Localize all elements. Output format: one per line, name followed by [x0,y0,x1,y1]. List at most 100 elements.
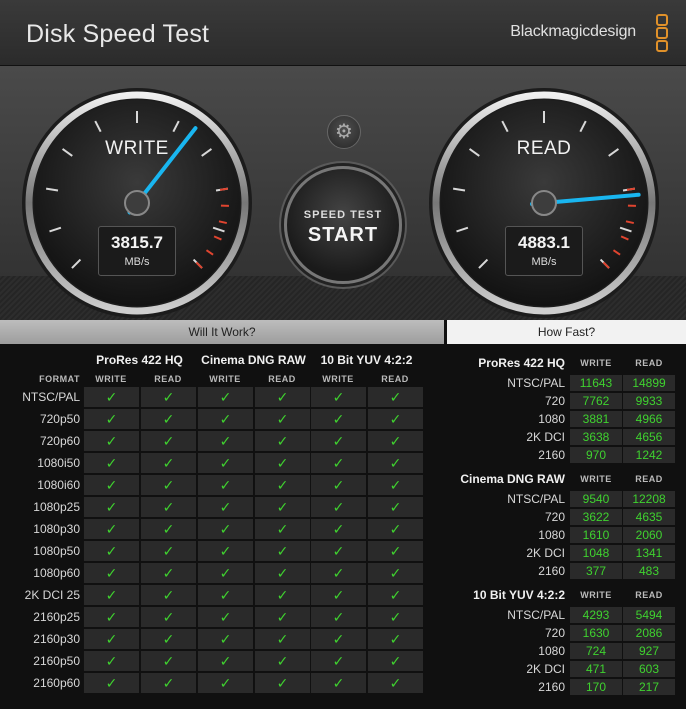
compat-cell: ✓ [310,585,366,605]
checkmark-icon: ✓ [276,587,289,603]
checkmark-icon: ✓ [162,521,175,537]
compat-cell: ✓ [254,475,310,495]
format-name: 2160 [538,564,565,578]
checkmark-icon: ✓ [105,609,118,625]
checkmark-icon: ✓ [389,411,402,427]
compat-cell: ✓ [367,475,423,495]
table-row: 2160 970 1242 [447,446,686,464]
table-row: 2160p50 ✓ ✓ ✓ ✓ ✓ ✓ [0,650,444,672]
table-row: 1080p50 ✓ ✓ ✓ ✓ ✓ ✓ [0,540,444,562]
write-fps-value: 1610 [570,527,622,543]
checkmark-icon: ✓ [219,675,232,691]
compat-cell: ✓ [140,541,196,561]
compat-cell: ✓ [254,453,310,473]
compat-cell: ✓ [310,563,366,583]
checkmark-icon: ✓ [389,499,402,515]
checkmark-icon: ✓ [162,609,175,625]
compat-cell: ✓ [197,453,253,473]
checkmark-icon: ✓ [219,477,232,493]
compat-cell: ✓ [310,387,366,407]
compat-cell: ✓ [254,563,310,583]
checkmark-icon: ✓ [105,631,118,647]
compat-cell: ✓ [83,453,139,473]
checkmark-icon: ✓ [105,411,118,427]
column-header-write: WRITE [95,374,127,384]
checkmark-icon: ✓ [162,543,175,559]
column-header-read: READ [635,474,663,484]
compat-cell: ✓ [83,585,139,605]
format-name: 720 [544,394,565,408]
checkmark-icon: ✓ [219,455,232,471]
format-name: 2160p30 [33,632,80,646]
write-fps-value: 3622 [570,509,622,525]
checkmark-icon: ✓ [389,587,402,603]
format-name: 720p60 [39,434,80,448]
checkmark-icon: ✓ [276,477,289,493]
format-name: 1080p50 [33,544,80,558]
compat-cell: ✓ [83,519,139,539]
read-gauge: READ 4883.1 MB/s [427,86,661,320]
settings-button[interactable]: ⚙ [327,115,361,149]
checkmark-icon: ✓ [389,521,402,537]
write-fps-value: 7762 [570,393,622,409]
compat-cell: ✓ [310,673,366,693]
checkmark-icon: ✓ [105,543,118,559]
checkmark-icon: ✓ [276,433,289,449]
results-area: Will It Work? How Fast? ProRes 422 HQ WRI… [0,320,686,709]
table-row: 2160p30 ✓ ✓ ✓ ✓ ✓ ✓ [0,628,444,650]
checkmark-icon: ✓ [332,675,345,691]
checkmark-icon: ✓ [219,653,232,669]
app-title: Disk Speed Test [26,20,210,48]
compat-cell: ✓ [254,629,310,649]
checkmark-icon: ✓ [162,653,175,669]
checkmark-icon: ✓ [332,477,345,493]
table-row: 1080i50 ✓ ✓ ✓ ✓ ✓ ✓ [0,452,444,474]
read-speed-unit: MB/s [531,256,557,268]
checkmark-icon: ✓ [332,499,345,515]
format-name: NTSC/PAL [507,376,565,390]
write-fps-value: 9540 [570,491,622,507]
table-row: NTSC/PAL 9540 12208 [447,490,686,508]
read-fps-value: 2060 [623,527,675,543]
compat-cell: ✓ [310,541,366,561]
compat-cell: ✓ [83,387,139,407]
compat-cell: ✓ [140,607,196,627]
checkmark-icon: ✓ [219,565,232,581]
read-speed-value: 4883.1 [518,233,570,252]
table-row: NTSC/PAL 11643 14899 [447,374,686,392]
read-fps-value: 9933 [623,393,675,409]
checkmark-icon: ✓ [276,455,289,471]
write-fps-value: 11643 [570,375,622,391]
tab-how-fast[interactable]: How Fast? [447,320,686,344]
checkmark-icon: ✓ [389,631,402,647]
table-row: 1080 1610 2060 [447,526,686,544]
tab-will-it-work[interactable]: Will It Work? [0,320,444,344]
redline-tick [626,187,636,191]
compat-cell: ✓ [197,475,253,495]
compat-cell: ✓ [83,673,139,693]
read-fps-value: 1242 [623,447,675,463]
compat-cell: ✓ [197,673,253,693]
compat-cell: ✓ [310,607,366,627]
checkmark-icon: ✓ [389,389,402,405]
compat-cell: ✓ [254,607,310,627]
compat-cell: ✓ [254,651,310,671]
read-fps-value: 217 [623,679,675,695]
checkmark-icon: ✓ [276,499,289,515]
format-name: 1080p60 [33,566,80,580]
checkmark-icon: ✓ [389,477,402,493]
checkmark-icon: ✓ [389,433,402,449]
column-header-write: WRITE [580,590,612,600]
compat-cell: ✓ [140,563,196,583]
format-name: 1080i50 [37,456,80,470]
write-fps-value: 970 [570,447,622,463]
table-row: 1080p60 ✓ ✓ ✓ ✓ ✓ ✓ [0,562,444,584]
format-name: 1080p25 [33,500,80,514]
checkmark-icon: ✓ [162,499,175,515]
format-name: 2160 [538,680,565,694]
compat-cell: ✓ [140,431,196,451]
codec-header: ProRes 422 HQ [96,353,183,367]
speed-test-start-button[interactable]: SPEED TEST START [284,166,402,284]
read-fps-value: 5494 [623,607,675,623]
checkmark-icon: ✓ [219,587,232,603]
